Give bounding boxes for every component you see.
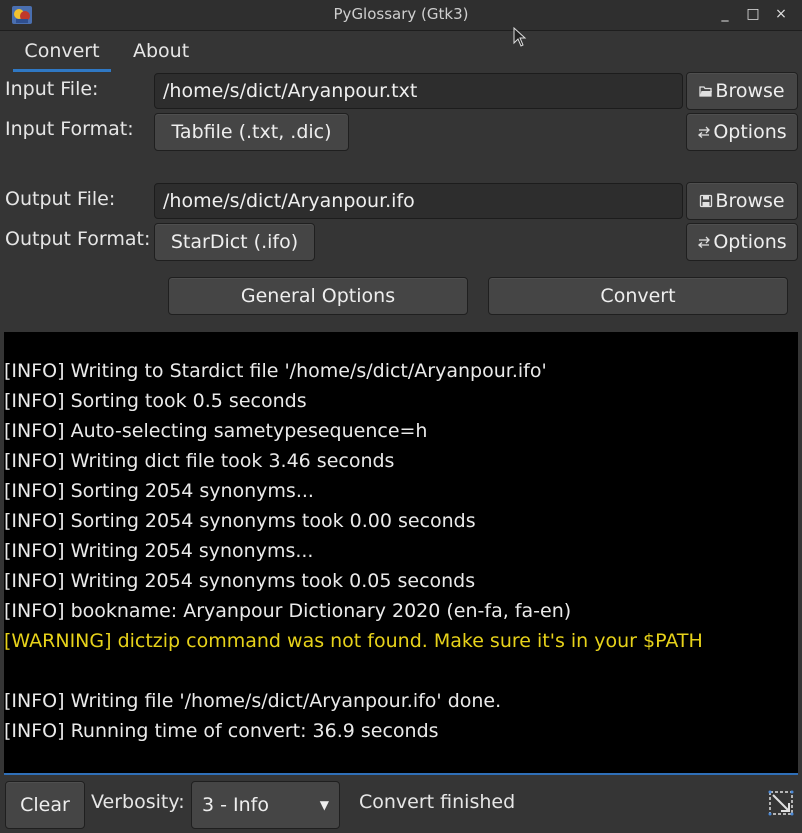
output-browse-label: Browse	[715, 190, 785, 212]
input-format-selector[interactable]: Tabfile (.txt, .dic)	[154, 113, 349, 151]
status-message: Convert finished	[359, 791, 516, 813]
input-options-button[interactable]: Options	[686, 113, 798, 151]
general-options-button[interactable]: General Options	[168, 277, 468, 315]
log-line: [INFO] Writing 2054 synonyms took 0.05 s…	[4, 570, 476, 592]
output-file-field[interactable]: /home/s/dict/Aryanpour.ifo	[154, 183, 683, 219]
log-line: [INFO] Sorting 2054 synonyms took 0.00 s…	[4, 510, 476, 532]
log-line: [INFO] Writing 2054 synonyms...	[4, 540, 314, 562]
input-browse-label: Browse	[715, 80, 785, 102]
input-format-label: Input Format:	[5, 118, 134, 140]
input-options-label: Options	[713, 121, 787, 143]
log-line-empty	[4, 656, 798, 686]
input-file-label: Input File:	[5, 78, 99, 100]
convert-button[interactable]: Convert	[488, 277, 788, 315]
log-line: [INFO] Running time of convert: 36.9 sec…	[4, 720, 439, 742]
verbosity-label: Verbosity:	[91, 791, 185, 813]
tab-convert[interactable]: Convert	[13, 31, 111, 72]
log-line: [INFO] bookname: Aryanpour Dictionary 20…	[4, 600, 572, 622]
tab-about[interactable]: About	[133, 31, 189, 71]
log-line: [INFO] Writing to Stardict file '/home/s…	[4, 360, 547, 382]
output-options-button[interactable]: Options	[686, 223, 798, 261]
log-line: [INFO] Writing file '/home/s/dict/Aryanp…	[4, 690, 502, 712]
chevron-down-icon: ▼	[319, 798, 329, 812]
resize-grip-icon[interactable]	[768, 790, 794, 816]
minimize-button[interactable]: _	[716, 5, 734, 23]
close-button[interactable]: ×	[772, 5, 790, 23]
input-file-field[interactable]: /home/s/dict/Aryanpour.txt	[154, 73, 683, 109]
verbosity-value: 3 - Info	[202, 794, 269, 816]
swap-arrows-icon	[698, 126, 711, 138]
log-line: [INFO] Writing dict file took 3.46 secon…	[4, 450, 395, 472]
output-options-label: Options	[713, 231, 787, 253]
log-line: [INFO] Sorting 2054 synonyms...	[4, 480, 314, 502]
output-file-label: Output File:	[5, 188, 116, 210]
maximize-button[interactable]: □	[744, 5, 762, 23]
folder-open-icon	[699, 86, 713, 97]
log-line-warning: [WARNING] dictzip command was not found.…	[4, 630, 703, 652]
verbosity-dropdown[interactable]: 3 - Info ▼	[191, 781, 340, 829]
log-line: [INFO] Auto-selecting sametypesequence=h	[4, 420, 428, 442]
output-format-selector[interactable]: StarDict (.ifo)	[154, 223, 315, 261]
window-title: PyGlossary (Gtk3)	[333, 5, 469, 23]
output-browse-button[interactable]: Browse	[686, 182, 798, 220]
log-line: [INFO] Sorting took 0.5 seconds	[4, 390, 307, 412]
output-format-label: Output Format:	[5, 228, 151, 250]
title-bar[interactable]: PyGlossary (Gtk3) _ □ ×	[0, 0, 802, 31]
log-view[interactable]: [INFO] Writing to Stardict file '/home/s…	[4, 332, 798, 775]
input-browse-button[interactable]: Browse	[686, 72, 798, 110]
notebook-tabs: Convert About	[0, 31, 802, 72]
status-bar: Clear Verbosity: 3 - Info ▼ Convert fini…	[0, 778, 802, 833]
swap-arrows-icon	[698, 236, 711, 248]
save-icon	[700, 194, 713, 208]
clear-button[interactable]: Clear	[5, 781, 85, 829]
